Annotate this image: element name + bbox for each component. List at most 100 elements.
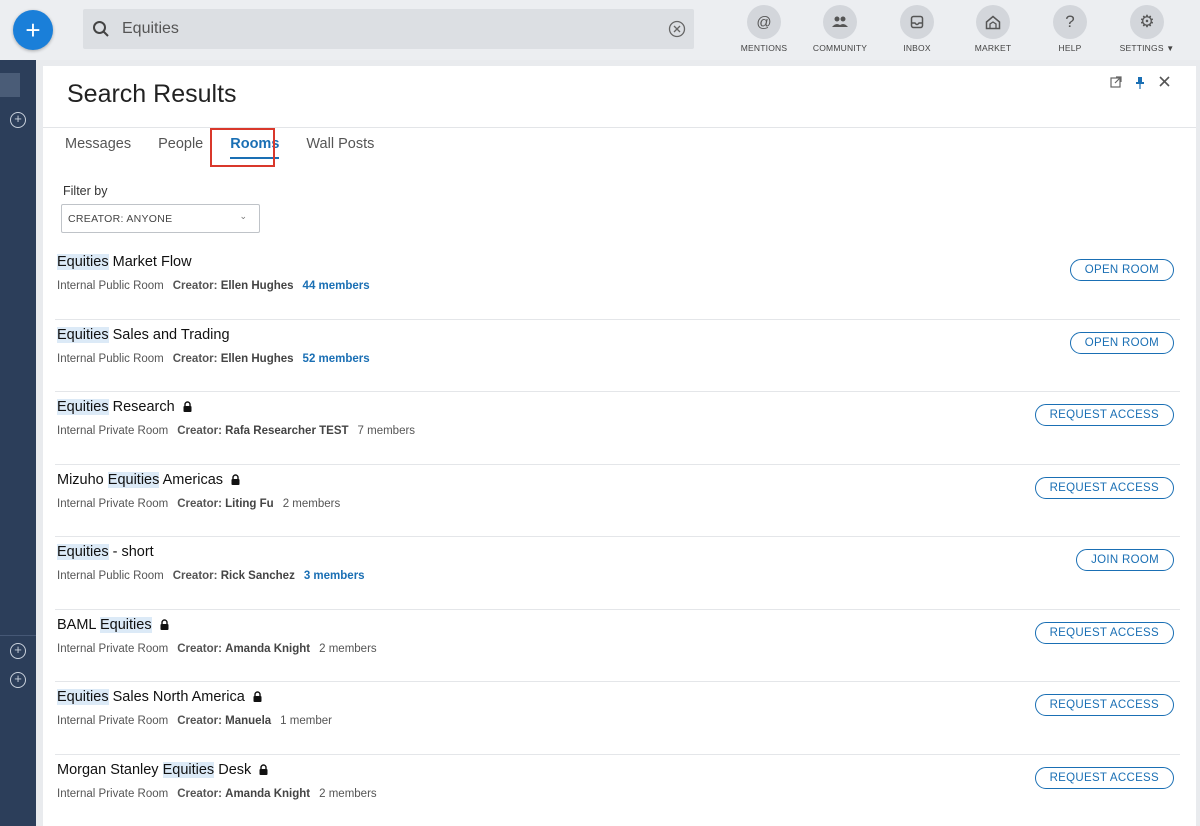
creator-label: Creator:	[177, 497, 222, 510]
request-access-button[interactable]: REQUEST ACCESS	[1034, 404, 1174, 426]
room-name-text: Sales North America	[108, 689, 245, 705]
nav-help[interactable]: ? HELP	[1035, 5, 1105, 53]
search-bar[interactable]	[83, 9, 694, 49]
left-sidebar: + + +	[0, 60, 36, 826]
at-icon: @	[747, 5, 781, 39]
nav-inbox-label: INBOX	[903, 43, 931, 53]
member-count[interactable]: 44 members	[303, 280, 370, 292]
nav-inbox[interactable]: INBOX	[882, 5, 952, 53]
header-divider	[43, 127, 1196, 128]
request-access-button[interactable]: REQUEST ACCESS	[1034, 766, 1174, 789]
add-circle-icon[interactable]: +	[10, 672, 26, 688]
room-meta: Internal Private Room Creator: Rafa Resea…	[57, 425, 415, 437]
room-name[interactable]: BAML Equities	[57, 616, 169, 634]
nav-market[interactable]: MARKET	[958, 5, 1028, 53]
panel-controls	[1110, 76, 1170, 90]
clear-search-icon[interactable]	[668, 20, 686, 38]
sidebar-divider	[0, 635, 36, 636]
tab-rooms[interactable]: Rooms	[230, 135, 280, 169]
lock-icon	[183, 400, 192, 416]
room-name[interactable]: Equities - short	[57, 544, 154, 560]
nav-mentions[interactable]: @ MENTIONS	[729, 5, 799, 53]
creator-name: Rick Sanchez	[220, 570, 295, 582]
room-name-text: - short	[108, 544, 154, 560]
room-name[interactable]: Equities Sales North America	[57, 689, 262, 706]
add-circle-icon[interactable]: +	[10, 112, 26, 128]
result-row[interactable]: Mizuho Equities Americas Internal Private…	[55, 465, 1180, 537]
inbox-icon	[900, 5, 934, 39]
top-bar: + @ MENTIONS COMMUNITY INBOX MARKET ? HE…	[0, 0, 1200, 60]
room-type: Internal Private Room	[57, 425, 169, 437]
member-count: 2 members	[282, 497, 341, 510]
open-room-button[interactable]: OPEN ROOM	[1069, 331, 1174, 354]
join-room-button[interactable]: JOIN ROOM	[1076, 549, 1174, 571]
open-room-button[interactable]: OPEN ROOM	[1069, 259, 1174, 281]
room-name[interactable]: Equities Sales and Trading	[57, 326, 230, 343]
result-row[interactable]: BAML Equities Internal Private Room Creato…	[55, 610, 1180, 682]
search-input[interactable]	[122, 15, 642, 43]
room-type: Internal Public Room	[57, 352, 164, 365]
room-meta: Internal Public Room Creator: Ellen Hughe…	[57, 280, 370, 292]
creator-name: Ellen Hughes	[220, 280, 294, 292]
chevron-down-icon: ▼	[1166, 44, 1175, 53]
request-access-button[interactable]: REQUEST ACCESS	[1034, 476, 1174, 499]
room-meta: Internal Public Room Creator: Ellen Hughe…	[57, 353, 370, 365]
search-match-highlight: Equities	[57, 254, 109, 270]
gear-icon: ⚙	[1130, 5, 1164, 39]
tab-people[interactable]: People	[158, 135, 203, 169]
room-type: Internal Private Room	[57, 497, 169, 510]
lock-icon	[231, 473, 240, 489]
room-name-text: Market Flow	[108, 254, 192, 270]
room-type: Internal Private Room	[57, 787, 169, 800]
room-meta: Internal Private Room Creator: Amanda Kni…	[57, 643, 377, 655]
new-conversation-button[interactable]: +	[13, 10, 53, 50]
room-name-text: BAML	[57, 616, 100, 633]
creator-label: Creator:	[172, 280, 218, 292]
creator-label: Creator:	[172, 570, 218, 582]
creator-filter-dropdown[interactable]: CREATOR: ANYONE ⌄	[61, 204, 260, 233]
result-row[interactable]: Equities Research Internal Private Room Cr…	[55, 392, 1180, 465]
room-type: Internal Public Room	[57, 570, 164, 582]
search-match-highlight: Equities	[57, 326, 109, 343]
request-access-button[interactable]: REQUEST ACCESS	[1034, 694, 1174, 716]
tab-messages[interactable]: Messages	[65, 135, 131, 169]
result-row[interactable]: Equities Sales and Trading Internal Publi…	[55, 320, 1180, 392]
room-name-text: Research	[108, 399, 175, 415]
room-name-text: Mizuho	[57, 471, 108, 488]
member-count: 2 members	[319, 787, 377, 800]
room-name[interactable]: Morgan Stanley Equities Desk	[57, 761, 268, 779]
member-count[interactable]: 52 members	[303, 353, 370, 365]
member-count[interactable]: 3 members	[304, 570, 365, 582]
search-match-highlight: Equities	[57, 689, 109, 705]
room-name[interactable]: Equities Market Flow	[57, 254, 192, 270]
room-meta: Internal Private Room Creator: Liting Fu 2…	[57, 498, 340, 510]
room-name[interactable]: Mizuho Equities Americas	[57, 471, 240, 489]
search-icon	[93, 21, 109, 37]
room-type: Internal Private Room	[57, 715, 169, 727]
sidebar-selected-item[interactable]	[0, 73, 20, 97]
people-icon	[823, 5, 857, 39]
room-name[interactable]: Equities Research	[57, 399, 192, 416]
tab-wall-posts[interactable]: Wall Posts	[306, 135, 374, 169]
member-count: 2 members	[319, 642, 377, 655]
nav-settings[interactable]: ⚙ SETTINGS ▼	[1112, 5, 1182, 53]
result-row[interactable]: Morgan Stanley Equities Desk Internal Pri…	[55, 755, 1180, 826]
add-circle-icon[interactable]: +	[10, 643, 26, 659]
nav-community[interactable]: COMMUNITY	[805, 5, 875, 53]
chevron-down-icon: ⌄	[239, 211, 247, 221]
search-results-panel: Search Results Messages People Rooms Wal…	[43, 66, 1196, 826]
creator-name: Rafa Researcher TEST	[225, 425, 349, 437]
result-row[interactable]: Equities Market Flow Internal Public Room…	[55, 247, 1180, 320]
request-access-button[interactable]: REQUEST ACCESS	[1034, 621, 1174, 644]
member-count: 1 member	[280, 715, 332, 727]
close-icon[interactable]	[1158, 76, 1170, 90]
pin-icon[interactable]	[1134, 76, 1146, 90]
result-tabs: Messages People Rooms Wall Posts	[65, 135, 401, 169]
search-match-highlight: Equities	[99, 616, 152, 633]
lock-icon	[160, 618, 169, 634]
result-row[interactable]: Equities Sales North America Internal Pri…	[55, 682, 1180, 755]
popout-icon[interactable]	[1110, 76, 1122, 90]
search-match-highlight: Equities	[57, 399, 109, 415]
result-row[interactable]: Equities - short Internal Public Room Crea…	[55, 537, 1180, 610]
question-icon: ?	[1053, 5, 1087, 39]
